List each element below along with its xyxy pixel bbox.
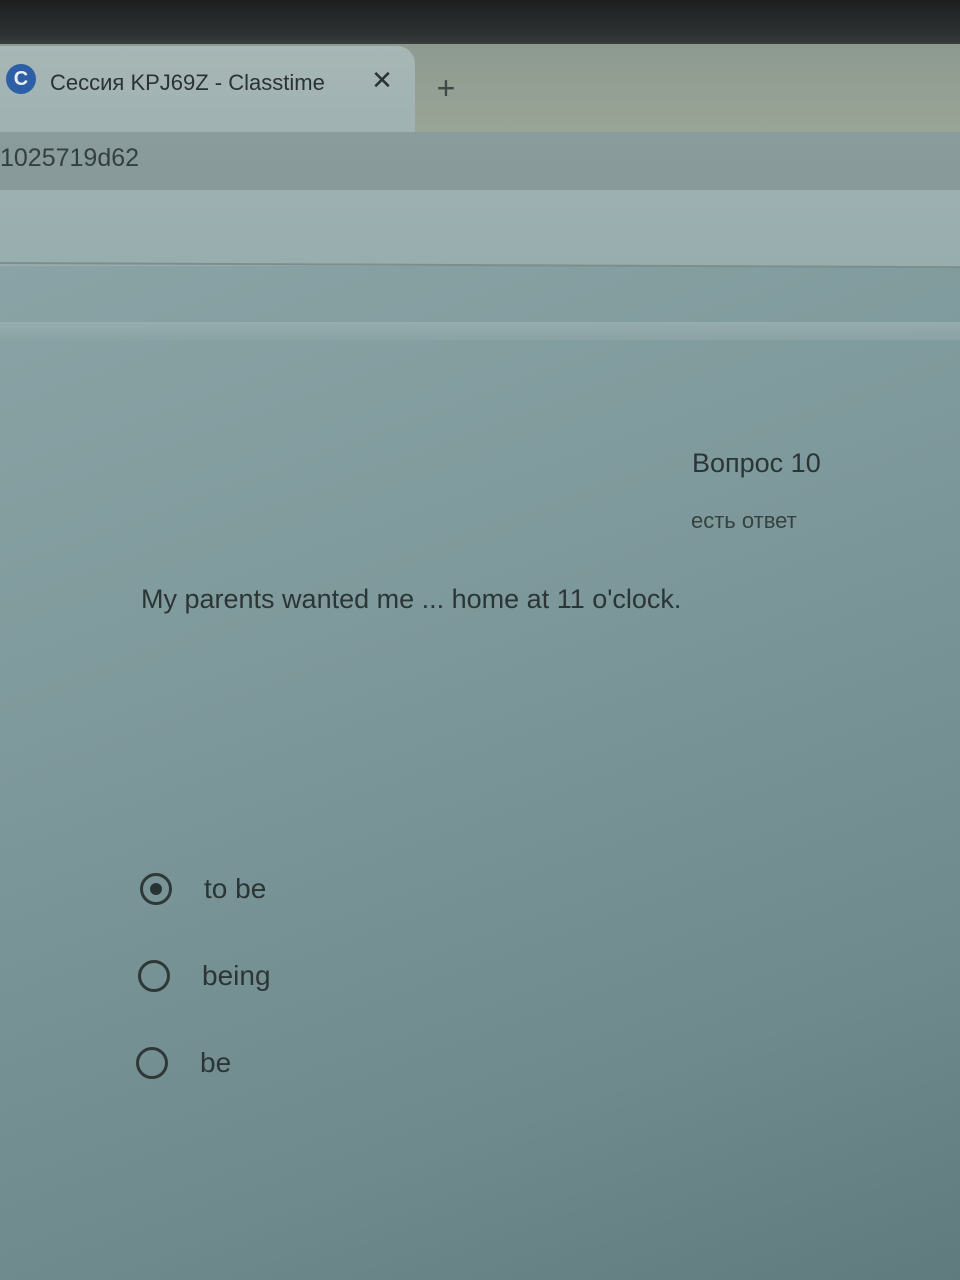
radio-selected-dot-icon — [150, 883, 162, 895]
answer-status: есть ответ — [691, 508, 797, 533]
radio-button[interactable] — [138, 960, 170, 992]
radio-button[interactable] — [136, 1047, 168, 1079]
answer-option-be[interactable]: be — [136, 1047, 436, 1087]
browser-tab[interactable]: C Сессия KPJ69Z - Classtime ✕ — [0, 46, 415, 132]
answer-option-being[interactable]: being — [138, 960, 438, 1000]
answer-option-to-be[interactable]: to be — [140, 873, 440, 913]
classtime-favicon-icon: C — [6, 64, 36, 94]
option-label[interactable]: being — [202, 960, 271, 992]
address-bar[interactable] — [0, 132, 960, 190]
question-number: Вопрос 10 — [692, 448, 821, 478]
new-tab-button[interactable]: + — [430, 72, 462, 104]
question-text: My parents wanted me ... home at 11 o'cl… — [141, 584, 682, 614]
close-icon[interactable]: ✕ — [368, 66, 396, 94]
address-text[interactable]: 1025719d62 — [0, 144, 139, 173]
radio-button-selected[interactable] — [140, 873, 172, 905]
page-band — [0, 322, 960, 340]
tab-title: Сессия KPJ69Z - Classtime — [50, 70, 325, 95]
option-label[interactable]: to be — [204, 873, 266, 905]
page-header-area — [0, 190, 960, 266]
option-label[interactable]: be — [200, 1047, 231, 1079]
